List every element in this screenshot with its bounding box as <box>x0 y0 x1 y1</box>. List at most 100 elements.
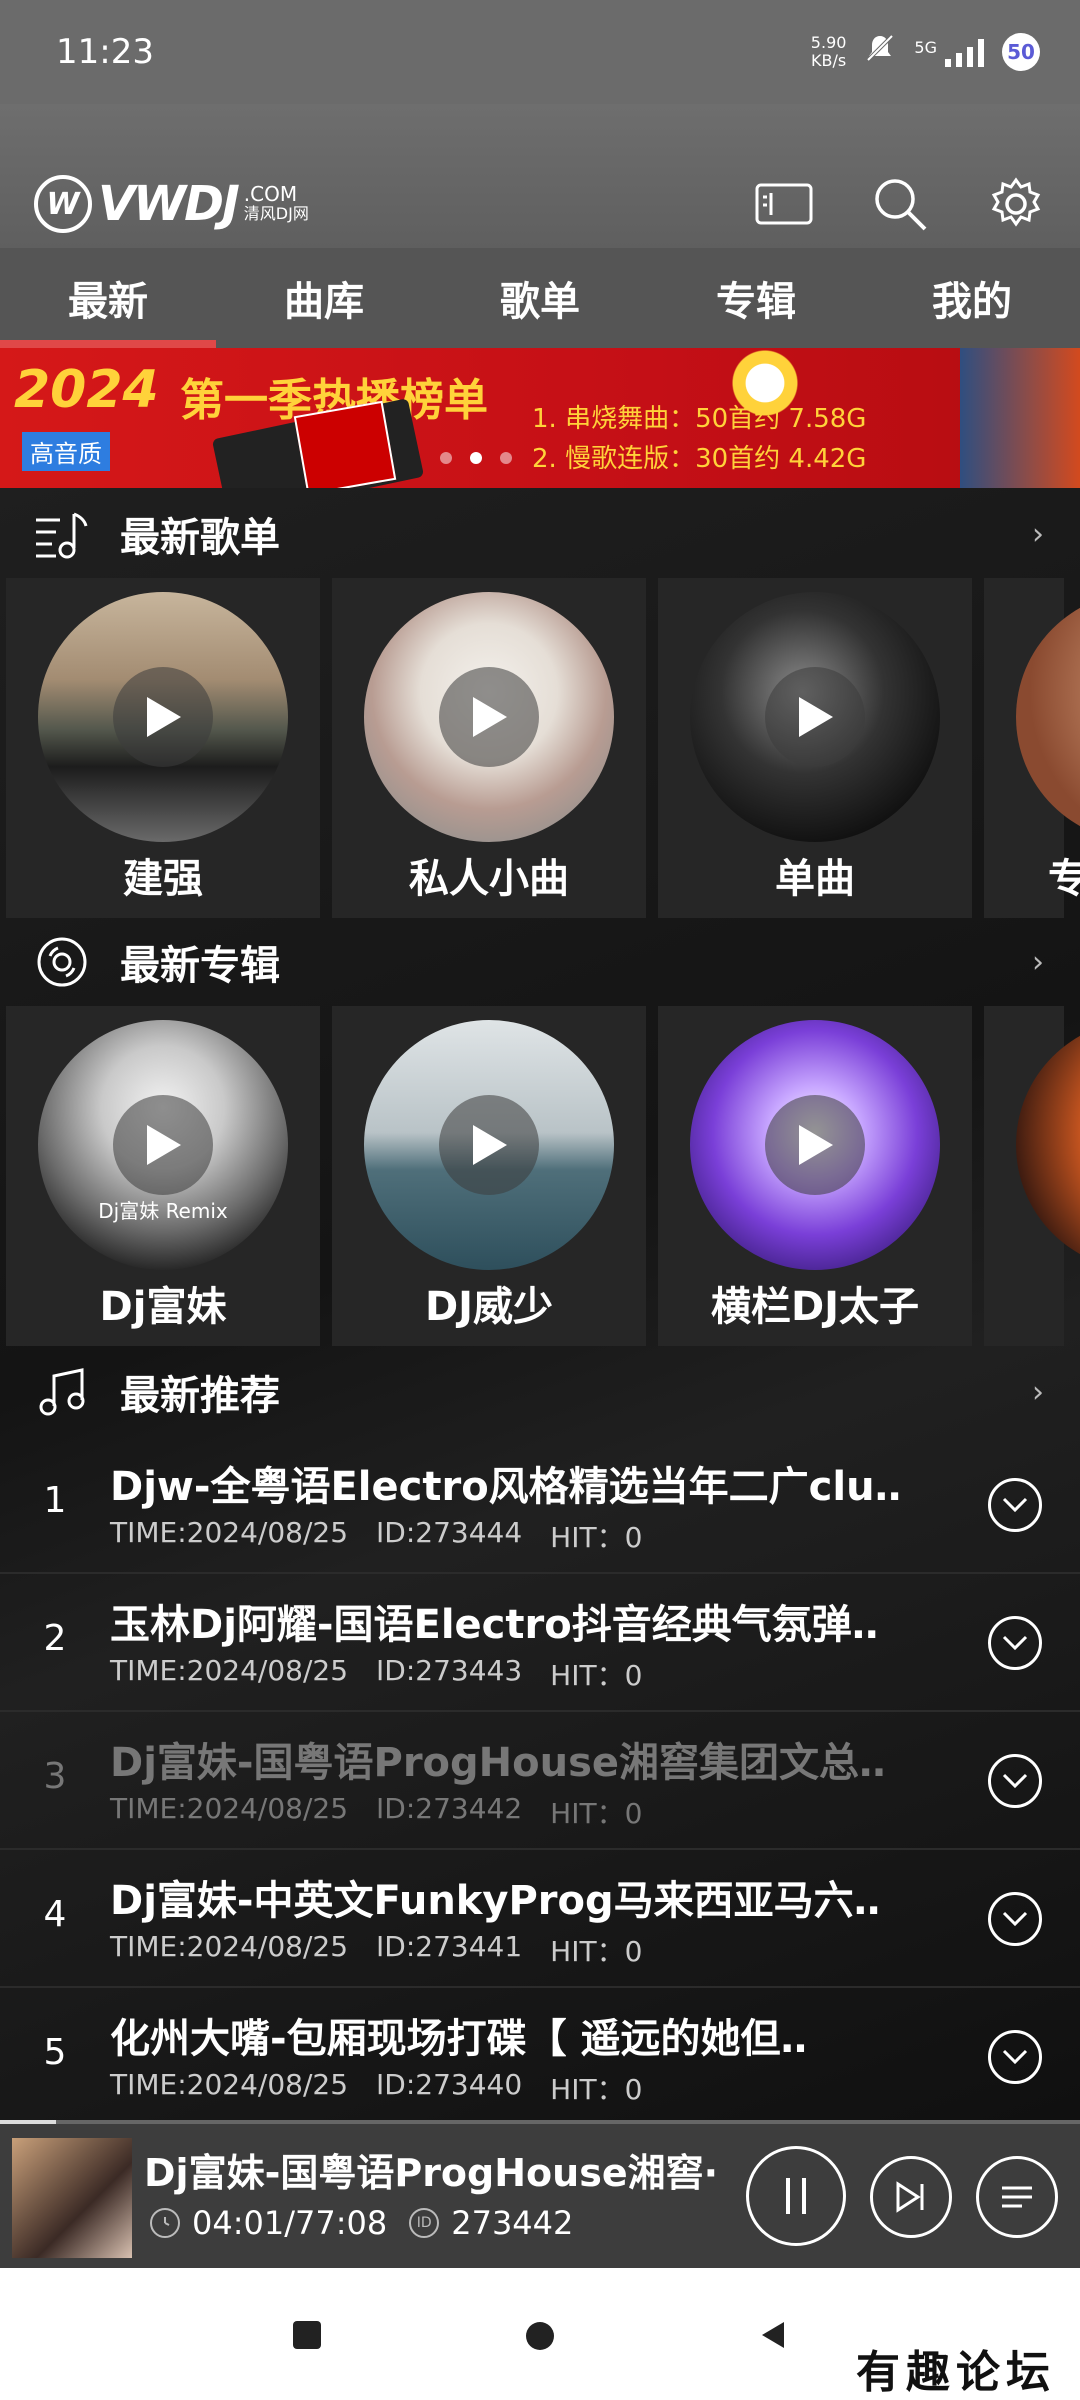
album-card[interactable]: 横栏DJ太子 <box>658 1006 972 1346</box>
item-title: Dj富妹-国粤语ProgHouse湘窖集团文总‥ <box>110 1740 886 1786</box>
item-hits: HIT：0 <box>550 1659 643 1692</box>
logo-text: VWDJ <box>98 176 240 232</box>
playlist-cover <box>38 592 288 842</box>
tab-library[interactable]: 曲库 <box>216 248 432 348</box>
home-button[interactable] <box>524 2320 556 2356</box>
item-time: TIME:2024/08/25 <box>110 2068 349 2101</box>
play-icon[interactable] <box>765 667 865 767</box>
bell-off-icon <box>864 32 896 72</box>
logo-mark-icon: W <box>34 175 92 233</box>
album-card[interactable] <box>984 1006 1080 1346</box>
chevron-down-icon[interactable] <box>988 1478 1042 1532</box>
promo-banner[interactable]: 2024 第一季热播榜单 高音质 1. 串烧舞曲：50首约 7.58G 2. 慢… <box>0 348 1080 488</box>
item-meta: TIME:2024/08/25 ID:273440 HIT：0 <box>110 2068 642 2108</box>
item-time: TIME:2024/08/25 <box>110 1654 349 1687</box>
play-icon[interactable] <box>439 1095 539 1195</box>
album-name: 横栏DJ太子 <box>710 1284 920 1330</box>
section-title: 最新专辑 <box>120 943 280 989</box>
item-rank: 1 <box>43 1480 67 1521</box>
recommend-item-playing[interactable]: 3 Dj富妹-国粤语ProgHouse湘窖集团文总‥ TIME:2024/08/… <box>0 1712 1080 1850</box>
playlist-card[interactable]: 建强 <box>6 578 320 918</box>
album-row: Dj富妹 Remix Dj富妹 DJ威少 横栏DJ太子 <box>6 1006 1080 1346</box>
playlist-name: 私人小曲 <box>409 856 569 902</box>
tab-playlists[interactable]: 歌单 <box>432 248 648 348</box>
recommend-item[interactable]: 4 Dj富妹-中英文FunkyProg马来西亚马六‥ TIME:2024/08/… <box>0 1850 1080 1988</box>
recommend-item[interactable]: 1 Djw-全粤语Electro风格精选当年二广clu‥ TIME:2024/0… <box>0 1436 1080 1574</box>
mini-player[interactable]: Dj富妹-国粤语ProgHouse湘窖· 04:01/77:08 ID 2734… <box>0 2120 1080 2268</box>
chevron-right-icon[interactable]: › <box>1032 517 1044 552</box>
sd-card-icon[interactable] <box>752 172 816 236</box>
recent-apps-button[interactable] <box>292 2320 322 2354</box>
section-latest-playlists[interactable]: 最新歌单 › <box>0 488 1080 580</box>
main-tabs: 最新 曲库 歌单 专辑 我的 <box>0 248 1080 348</box>
playback-time: 04:01/77:08 <box>192 2204 388 2242</box>
banner-badge: 高音质 <box>22 432 110 471</box>
id-badge-icon: ID <box>409 2208 440 2238</box>
item-meta: TIME:2024/08/25 ID:273441 HIT：0 <box>110 1930 642 1970</box>
now-playing-artwork[interactable] <box>12 2138 132 2258</box>
sd-card-image-2 <box>293 400 397 488</box>
playback-progress-bar[interactable] <box>0 2120 57 2124</box>
item-hits: HIT：0 <box>550 2073 643 2106</box>
album-cover-text: Dj富妹 Remix <box>98 1199 228 1223</box>
chevron-down-icon[interactable] <box>988 2030 1042 2084</box>
chevron-right-icon[interactable]: › <box>1032 945 1044 980</box>
search-icon[interactable] <box>868 172 932 236</box>
album-cover: Dj富妹 Remix <box>38 1020 288 1270</box>
album-card[interactable]: DJ威少 <box>332 1006 646 1346</box>
banner-line-1: 1. 串烧舞曲：50首约 7.58G <box>532 404 867 434</box>
next-track-button[interactable] <box>870 2156 952 2238</box>
now-playing-title: Dj富妹-国粤语ProgHouse湘窖· <box>144 2151 719 2195</box>
header-actions <box>752 172 1048 236</box>
play-icon[interactable] <box>113 667 213 767</box>
chevron-down-icon[interactable] <box>988 1892 1042 1946</box>
app-logo: W VWDJ .COM 清风DJ网 <box>34 172 309 236</box>
section-latest-recommend[interactable]: 最新推荐 › <box>0 1346 1080 1438</box>
play-icon[interactable] <box>765 1095 865 1195</box>
play-icon[interactable] <box>113 1095 213 1195</box>
playlist-menu-button[interactable] <box>976 2156 1058 2238</box>
pause-button[interactable] <box>746 2146 846 2246</box>
tab-albums[interactable]: 专辑 <box>648 248 864 348</box>
play-icon[interactable] <box>439 667 539 767</box>
item-id: ID:273443 <box>376 1654 523 1687</box>
album-name: DJ威少 <box>424 1284 554 1330</box>
banner-next-slide <box>960 348 1080 488</box>
item-time: TIME:2024/08/25 <box>110 1930 349 1963</box>
chevron-down-icon[interactable] <box>988 1616 1042 1670</box>
item-id: ID:273444 <box>376 1516 523 1549</box>
app-header: W VWDJ .COM 清风DJ网 <box>0 104 1080 248</box>
item-hits: HIT：0 <box>550 1797 643 1830</box>
item-rank: 2 <box>43 1618 67 1659</box>
recommend-item[interactable]: 2 玉林Dj阿耀-国语Electro抖音经典气氛弹‥ TIME:2024/08/… <box>0 1574 1080 1712</box>
item-rank: 5 <box>43 2032 67 2073</box>
item-rank: 3 <box>43 1756 67 1797</box>
playlist-card[interactable]: 私人小曲 <box>332 578 646 918</box>
section-latest-albums[interactable]: 最新专辑 › <box>0 916 1080 1008</box>
back-button[interactable] <box>758 2320 786 2354</box>
chevron-down-icon[interactable] <box>988 1754 1042 1808</box>
playlist-name: 建强 <box>123 856 203 902</box>
item-hits: HIT：0 <box>550 1521 643 1554</box>
tab-mine[interactable]: 我的 <box>864 248 1080 348</box>
item-meta: TIME:2024/08/25 ID:273443 HIT：0 <box>110 1654 642 1694</box>
playlist-card[interactable]: 单曲 <box>658 578 972 918</box>
item-title: Djw-全粤语Electro风格精选当年二广clu‥ <box>110 1464 902 1510</box>
item-rank: 4 <box>43 1894 67 1935</box>
item-id: ID:273440 <box>376 2068 523 2101</box>
album-cover <box>364 1020 614 1270</box>
network-type: 5G <box>914 38 937 57</box>
now-playing-meta: 04:01/77:08 ID 273442 <box>150 2204 573 2242</box>
playlist-card[interactable]: 专 <box>984 578 1080 918</box>
recommend-item[interactable]: 5 化州大嘴-包厢现场打碟【 遥远的她但‥ TIME:2024/08/25 ID… <box>0 1988 1080 2126</box>
banner-pagination <box>440 452 512 464</box>
album-card[interactable]: Dj富妹 Remix Dj富妹 <box>6 1006 320 1346</box>
status-time: 11:23 <box>56 32 154 72</box>
tab-latest[interactable]: 最新 <box>0 248 216 348</box>
settings-gear-icon[interactable] <box>984 172 1048 236</box>
battery-icon: 50 <box>1002 33 1040 71</box>
item-time: TIME:2024/08/25 <box>110 1516 349 1549</box>
playlist-name: 专 <box>1048 856 1080 902</box>
banner-line-2: 2. 慢歌连版：30首约 4.42G <box>532 444 867 474</box>
chevron-right-icon[interactable]: › <box>1032 1375 1044 1410</box>
